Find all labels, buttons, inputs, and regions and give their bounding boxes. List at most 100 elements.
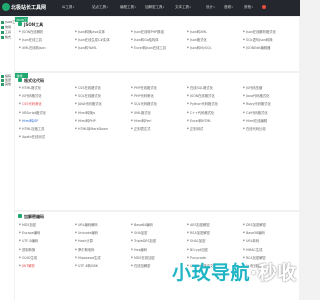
gutter-category-icon xyxy=(1,82,4,86)
tool-link[interactable]: Json转Go结构体 xyxy=(131,38,185,46)
tool-link[interactable]: SHA加密 xyxy=(131,231,185,239)
tool-link[interactable]: 在线SQL格式化 xyxy=(187,86,241,94)
site-logo-icon[interactable] xyxy=(2,3,10,11)
tool-link[interactable]: RSA加密解密 xyxy=(187,231,241,239)
tool-link[interactable]: URL转码 xyxy=(243,239,297,247)
tool-link[interactable]: XML格式化 xyxy=(131,111,185,119)
site-title[interactable]: 北极站长工具网 xyxy=(11,4,46,11)
tool-link[interactable]: Json转XML xyxy=(187,30,241,38)
tool-link[interactable]: Json在线工具 xyxy=(19,38,73,46)
tool-link[interactable]: Html转Perl xyxy=(131,119,185,127)
tool-link[interactable]: 正则测试 xyxy=(187,127,241,135)
tool-link[interactable]: C++代码格式化 xyxy=(187,111,241,119)
nav-item[interactable]: AI工具▾ xyxy=(62,5,74,10)
tool-link[interactable]: AES加密解密 xyxy=(187,223,241,231)
tool-link[interactable]: Html转PHP xyxy=(75,119,129,127)
tool-link[interactable]: MD5加密 xyxy=(19,223,73,231)
chevron-down-icon: ▾ xyxy=(72,6,75,9)
tool-link[interactable]: Json在线生成C#实体 xyxy=(75,38,129,46)
tool-link[interactable]: C#代码格式化 xyxy=(243,111,297,119)
tool-link[interactable]: Java代码格式化 xyxy=(243,94,297,102)
tool-link[interactable]: PHP在线格式化 xyxy=(131,86,185,94)
tool-link[interactable]: Xpath在线测试 xyxy=(19,135,73,143)
gutter-category-item[interactable]: 其他 xyxy=(5,82,11,86)
tool-link[interactable]: Base58编码 xyxy=(243,231,297,239)
gutter-category-icon xyxy=(1,74,4,78)
chevron-down-icon: ▾ xyxy=(251,6,253,9)
tool-link[interactable]: Ruby代码格式化 xyxy=(243,102,297,110)
gutter-category-item[interactable]: 格式 xyxy=(5,35,11,39)
nav-item-label: 加解密工具 xyxy=(145,5,163,9)
tool-link[interactable]: JS代码格式化 xyxy=(19,94,73,102)
tool-link[interactable]: JAVA代码格式化 xyxy=(75,102,129,110)
gutter-category-item[interactable]: 常用 xyxy=(5,25,11,29)
tool-link[interactable]: 摩尔斯电码 xyxy=(75,248,129,256)
tool-link[interactable]: HMAC生成 xyxy=(243,248,297,256)
tool-link[interactable]: Base64编码 xyxy=(131,223,185,231)
tool-link[interactable]: Hash计算 xyxy=(75,239,129,247)
tool-link[interactable]: SQL语句Json转换 xyxy=(243,38,297,46)
nav-item[interactable]: 其他▾ xyxy=(244,5,253,10)
left-category-gutter: JSON工具 常用 工具 格式 编码 加密 其他 xyxy=(0,16,18,300)
chevron-down-icon: ▾ xyxy=(189,6,191,9)
tool-link[interactable]: UTF-8转GBK xyxy=(75,264,129,272)
tool-link[interactable]: Html转换js xyxy=(75,111,129,119)
tool-link[interactable]: Json在线解析格式化 xyxy=(243,30,297,38)
tool-link[interactable]: Excel转Json在线工具 xyxy=(131,46,185,54)
tool-link[interactable]: CSS代码美化 xyxy=(19,102,73,110)
gutter-category-item[interactable]: 工具 xyxy=(5,30,11,34)
tool-link[interactable]: Json格式化 xyxy=(187,38,241,46)
tool-link[interactable]: JSONEdit编辑器 xyxy=(243,46,297,54)
tool-link[interactable]: BCrypt加密 xyxy=(187,248,241,256)
tool-link[interactable]: Json转MySQL xyxy=(187,46,241,54)
tool-link[interactable]: Htpasswd生成 xyxy=(75,256,129,264)
tool-link[interactable]: GUID生成 xyxy=(19,256,73,264)
tool-link[interactable]: JS代码压缩 xyxy=(243,86,297,94)
tool-link[interactable]: DES加密解密 xyxy=(243,223,297,231)
nav-item-label: 设计 xyxy=(206,5,213,9)
tool-link[interactable]: TripleDES加密 xyxy=(131,239,185,247)
tool-link[interactable]: JWT解析 xyxy=(19,264,73,272)
tool-link[interactable]: PHP代码美化 xyxy=(131,94,185,102)
chevron-down-icon: ▾ xyxy=(231,6,233,9)
tool-link[interactable]: Hex编码 xyxy=(131,248,185,256)
nav-item[interactable]: 站点工具▾ xyxy=(92,5,108,10)
nav-item[interactable]: 文本工具▾ xyxy=(175,5,191,10)
tool-link[interactable]: Python代码格式化 xyxy=(187,102,241,110)
nav-item[interactable]: 加解密工具▾ xyxy=(145,5,164,10)
tool-link[interactable]: CSS在线格式化 xyxy=(75,86,129,94)
tool-link[interactable]: VBScript格式化 xyxy=(19,111,73,119)
tool-link[interactable]: SQL代码格式化 xyxy=(131,102,185,110)
tool-link[interactable]: 正则表达式 xyxy=(131,127,185,135)
tool-link[interactable]: UTF-8编码 xyxy=(19,239,73,247)
tool-link[interactable]: Excel转HTML xyxy=(187,119,241,127)
nav-item[interactable]: 编程工具▾ xyxy=(120,5,136,10)
tool-link[interactable]: Json转换Java实体 xyxy=(75,30,129,38)
tool-link[interactable]: XML在线转Json xyxy=(19,46,73,54)
nav-item-label: AI工具 xyxy=(62,5,73,9)
chevron-down-icon: ▾ xyxy=(134,6,136,9)
tool-link[interactable]: SQL在线格式化 xyxy=(75,94,129,102)
nav-item[interactable]: 设计▾ xyxy=(206,5,215,10)
tool-link[interactable]: JSON在线解析 xyxy=(19,30,73,38)
tool-link[interactable]: 进制转换 xyxy=(19,248,73,256)
tool-link[interactable]: HTML压缩工具 xyxy=(19,127,73,135)
nav-item[interactable]: 音频▾ xyxy=(224,5,233,10)
tool-link[interactable]: Unicode编码 xyxy=(75,231,129,239)
chevron-down-icon: ▾ xyxy=(106,6,108,9)
section-title: JSON工具 xyxy=(24,22,44,27)
tool-link[interactable]: Json在线转PHP数组 xyxy=(131,30,185,38)
chevron-down-icon: ▾ xyxy=(163,6,165,9)
tool-link[interactable]: SHA1加密 xyxy=(187,239,241,247)
tool-link[interactable]: JSON在线格式化 xyxy=(187,94,241,102)
tool-grid: HTML格式化CSS在线格式化PHP在线格式化在线SQL格式化JS代码压缩 JS代… xyxy=(19,86,297,143)
tool-link[interactable]: Html转JSP xyxy=(19,119,73,127)
tool-link[interactable]: URL编码解码 xyxy=(75,223,129,231)
tool-link[interactable]: HTML格式化 xyxy=(19,86,73,94)
tool-link[interactable]: Html在线编辑 xyxy=(243,119,297,127)
gutter-category-icon xyxy=(1,25,4,29)
tool-link[interactable]: Escape编码 xyxy=(19,231,73,239)
tool-link[interactable]: Json转YAML xyxy=(75,46,129,54)
tool-link[interactable]: HTML转MarkDown xyxy=(75,127,129,135)
tool-link[interactable]: 在线代码比较 xyxy=(243,127,297,135)
